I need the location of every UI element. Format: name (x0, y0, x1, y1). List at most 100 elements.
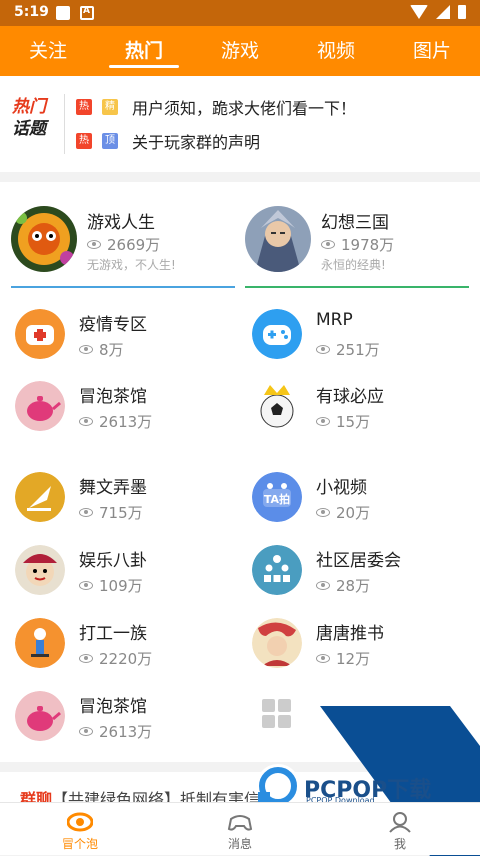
view-count-value: 2669万 (107, 236, 161, 254)
group-list: 游戏人生 2669万 无游戏，不人生! 幻想三国 1978万 永恒的经典! 疫情… (0, 182, 480, 762)
group-name: 有球必应 (316, 387, 384, 407)
notice-body: 【共建绿色网络】抵制有害信息 (52, 790, 277, 802)
signal-icon (436, 5, 450, 19)
gamepad-icon (252, 309, 302, 359)
group-slogan: 永恒的经典! (321, 258, 386, 272)
view-count-value: 20万 (336, 504, 371, 522)
view-count-value: 28万 (336, 577, 371, 595)
group-name: 疫情专区 (79, 315, 147, 335)
eye-icon (321, 240, 335, 249)
hot-topics-panel: 热门 话题 热 精 用户须知，跪求大佬们看一下！ 热 顶 关于玩家群的声明 (0, 76, 480, 172)
view-count: 2220万 (79, 648, 152, 669)
eye-icon (79, 727, 93, 736)
group-item[interactable]: 冒泡茶馆 2613万 (15, 381, 235, 437)
hot-topics-logo-line1: 热门 (12, 97, 46, 117)
group-name: MRP (316, 310, 353, 330)
group-name: 小视频 (316, 478, 367, 498)
view-count-value: 8万 (99, 341, 124, 359)
view-count: 20万 (316, 502, 370, 523)
eye-icon (316, 345, 330, 354)
status-time: 5:19 (14, 4, 49, 20)
book-girl-icon (252, 618, 302, 668)
group-item[interactable]: 娱乐八卦 109万 (15, 545, 235, 601)
featured-group[interactable]: 游戏人生 2669万 无游戏，不人生! (11, 206, 235, 288)
featured-tag: 精 (102, 99, 118, 115)
eye-icon (316, 581, 330, 590)
teapot-icon (15, 691, 65, 741)
featured-underline (11, 286, 235, 288)
eye-icon (79, 654, 93, 663)
tab-games[interactable]: 游戏 (192, 26, 288, 76)
hot-topic-item[interactable]: 热 顶 关于玩家群的声明 (76, 130, 260, 152)
group-item[interactable]: 唐唐推书 12万 (252, 618, 472, 674)
view-count: 28万 (316, 575, 370, 596)
quill-icon (15, 472, 65, 522)
group-item[interactable]: 有球必应 15万 (252, 381, 472, 437)
tab-images[interactable]: 图片 (384, 26, 480, 76)
eye-icon (79, 417, 93, 426)
mask-icon (15, 309, 65, 359)
view-count: 12万 (316, 648, 370, 669)
featured-underline (245, 286, 469, 288)
eye-icon (316, 508, 330, 517)
ta-video-icon: TA拍 (252, 472, 302, 522)
pinned-tag: 顶 (102, 133, 118, 149)
notice-text: 群聊【共建绿色网络】抵制有害信息 (20, 786, 276, 802)
hot-topics-logo: 热门 话题 (12, 96, 56, 140)
bottom-tab-me[interactable]: 我 (320, 803, 480, 855)
hot-topic-item[interactable]: 热 精 用户须知，跪求大佬们看一下！ (76, 96, 356, 118)
bottom-tab-bar: 冒个泡 消息 我 (0, 802, 480, 855)
group-item[interactable]: 社区居委会 28万 (252, 545, 472, 601)
view-count: 1978万 (321, 234, 394, 255)
view-count: 715万 (79, 502, 143, 523)
group-name: 娱乐八卦 (79, 551, 147, 571)
group-name: 社区居委会 (316, 551, 401, 571)
view-count-value: 2613万 (99, 723, 153, 741)
bottom-tab-label: 消息 (227, 837, 252, 851)
gamepad-tab-icon (227, 811, 253, 833)
notification-icon (56, 6, 70, 20)
opera-mask-icon (15, 545, 65, 595)
battery-icon (458, 5, 466, 19)
tab-follow[interactable]: 关注 (0, 26, 96, 76)
soccer-ball-icon (252, 381, 302, 431)
view-count-value: 251万 (336, 341, 380, 359)
profile-tab-icon (387, 811, 413, 833)
group-name: 舞文弄墨 (79, 478, 147, 498)
bottom-tab-bubble[interactable]: 冒个泡 (0, 803, 160, 855)
bottom-tab-label: 冒个泡 (61, 837, 98, 851)
view-count: 15万 (316, 411, 370, 432)
group-name: 冒泡茶馆 (79, 697, 147, 717)
bottom-tab-label: 我 (393, 837, 406, 851)
eye-tab-icon (66, 811, 94, 833)
svg-text:TA拍: TA拍 (264, 492, 290, 506)
group-item[interactable]: 打工一族 2220万 (15, 618, 235, 674)
group-item[interactable]: 冒泡茶馆 2613万 (15, 691, 235, 747)
group-item[interactable]: 舞文弄墨 715万 (15, 472, 235, 528)
tab-hot[interactable]: 热门 (96, 26, 192, 76)
wifi-icon (410, 5, 428, 19)
tab-videos[interactable]: 视频 (288, 26, 384, 76)
view-count-value: 2613万 (99, 413, 153, 431)
eye-icon (79, 508, 93, 517)
group-slogan: 无游戏，不人生! (87, 258, 176, 272)
eye-icon (316, 654, 330, 663)
bottom-tab-messages[interactable]: 消息 (160, 803, 320, 855)
group-name: 幻想三国 (321, 213, 389, 233)
divider (64, 94, 65, 154)
featured-group[interactable]: 幻想三国 1978万 永恒的经典! (245, 206, 469, 288)
group-item[interactable]: 疫情专区 8万 (15, 309, 235, 365)
view-count-value: 715万 (99, 504, 143, 522)
view-count: 8万 (79, 339, 124, 360)
group-name: 唐唐推书 (316, 624, 384, 644)
group-item[interactable]: MRP 251万 (252, 309, 472, 365)
group-name: 打工一族 (79, 624, 147, 644)
group-name: 冒泡茶馆 (79, 387, 147, 407)
eye-icon (79, 581, 93, 590)
eye-icon (316, 417, 330, 426)
group-item[interactable]: TA拍 小视频 20万 (252, 472, 472, 528)
view-count: 2669万 (87, 234, 160, 255)
view-count-value: 15万 (336, 413, 371, 431)
app-notification-icon (80, 6, 94, 20)
hot-tag: 热 (76, 99, 92, 115)
